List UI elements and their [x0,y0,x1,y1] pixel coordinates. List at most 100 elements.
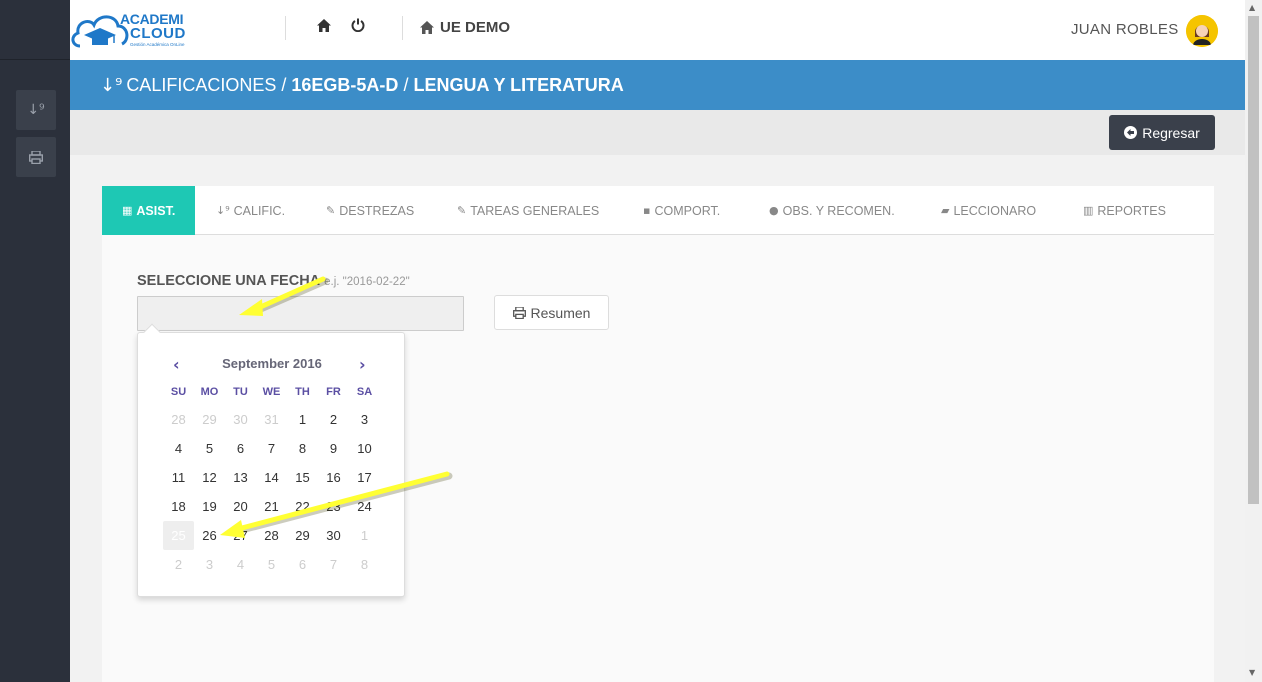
sort-numeric-icon[interactable]: ↓⁹ [16,90,56,130]
tab-label: TAREAS GENERALES [470,203,600,218]
arrow-circle-left-icon [1124,126,1138,139]
datepicker-days-grid: 28 29 30 31 1 2 3 4 5 6 7 8 9 10 11 12 13 14 15 16 17 18 19 20 2… [163,405,380,579]
datepicker-week-row: 4 5 6 7 8 9 10 [163,434,380,463]
datepicker-day[interactable]: 22 [287,492,318,521]
datepicker-day[interactable]: 8 [349,550,380,579]
book-icon: ▰ [941,204,950,217]
datepicker-day[interactable]: 15 [287,463,318,492]
datepicker-day[interactable]: 3 [349,405,380,434]
scroll-thumb[interactable] [1248,16,1259,504]
datepicker-day[interactable]: 16 [318,463,349,492]
scroll-up-icon[interactable]: ▲ [1249,3,1255,12]
datepicker-day[interactable]: 1 [287,405,318,434]
datepicker-day[interactable]: 29 [287,521,318,550]
logo-subtitle: Gestión Académica OnLine [130,42,185,47]
datepicker-day[interactable]: 11 [163,463,194,492]
sort-numeric-icon: ↓⁹ [100,74,123,96]
datepicker-week-row: 18 19 20 21 22 23 24 [163,492,380,521]
datepicker-day[interactable]: 28 [256,521,287,550]
tab-label: COMPORT. [654,203,721,218]
datepicker-day[interactable]: 10 [349,434,380,463]
datepicker-day[interactable]: 19 [194,492,225,521]
tab-label: OBS. Y RECOMEN. [782,203,895,218]
date-format-hint: e.j. "2016-02-22" [324,276,410,288]
power-icon[interactable] [351,18,365,36]
datepicker-day[interactable]: 21 [256,492,287,521]
datepicker-day[interactable]: 7 [318,550,349,579]
bar-chart-icon: ▥ [1083,204,1094,217]
user-name[interactable]: JUAN ROBLES [1071,21,1179,38]
datepicker-day[interactable]: 4 [225,550,256,579]
page-title-bar: ↓⁹ CALIFICACIONES / 16EGB-5A-D / LENGUA … [70,60,1245,110]
school-name: UE DEMO [440,19,511,36]
datepicker-week-row: 28 29 30 31 1 2 3 [163,405,380,434]
tab-leccionario[interactable]: ▰ LECCIONARO [941,186,1036,235]
school-link[interactable]: UE DEMO [420,19,510,36]
datepicker-day[interactable]: 12 [194,463,225,492]
datepicker-day[interactable]: 30 [318,521,349,550]
page-scrollbar[interactable]: ▲ ▼ [1245,0,1262,682]
top-header: ACADEMI CLOUD Gestión Académica OnLine U… [70,0,1245,60]
home-icon[interactable] [317,18,331,36]
tab-reportes[interactable]: ▥ REPORTES [1083,186,1166,235]
datepicker-day[interactable]: 5 [256,550,287,579]
datepicker-day[interactable]: 27 [225,521,256,550]
tab-observaciones[interactable]: ● OBS. Y RECOMEN. [769,186,895,235]
tab-comportamiento[interactable]: ▪ COMPORT. [643,186,720,235]
datepicker-day[interactable]: 8 [287,434,318,463]
header-divider [285,16,286,40]
datepicker-day[interactable]: 18 [163,492,194,521]
print-icon[interactable] [16,137,56,177]
next-month-icon[interactable]: › [359,355,366,374]
datepicker-day[interactable]: 2 [163,550,194,579]
tab-destrezas[interactable]: ✎ DESTREZAS [326,186,414,235]
datepicker-day[interactable]: 2 [318,405,349,434]
datepicker-day[interactable]: 26 [194,521,225,550]
datepicker-day[interactable]: 30 [225,405,256,434]
datepicker-month-title[interactable]: September 2016 [138,356,406,371]
datepicker-day[interactable]: 7 [256,434,287,463]
datepicker-day[interactable]: 14 [256,463,287,492]
datepicker-day[interactable]: 20 [225,492,256,521]
sort-numeric-icon: ↓⁹ [216,204,230,217]
tab-label: CALIFIC. [233,203,286,218]
date-field-label: SELECCIONE UNA FECHA e.j. "2016-02-22" [137,273,410,289]
datepicker-day[interactable]: 6 [225,434,256,463]
header-divider [402,16,403,40]
title-subject: LENGUA Y LITERATURA [413,74,624,95]
tab-asistencia[interactable]: ▦ ASIST. [102,186,195,235]
back-button[interactable]: Regresar [1109,115,1215,150]
datepicker-day[interactable]: 25 [163,521,194,550]
datepicker-day[interactable]: 9 [318,434,349,463]
title-section: CALIFICACIONES [126,74,277,95]
datepicker-day[interactable]: 3 [194,550,225,579]
tab-calificaciones[interactable]: ↓⁹ CALIFIC. [216,186,285,235]
datepicker-day[interactable]: 29 [194,405,225,434]
datepicker-day[interactable]: 5 [194,434,225,463]
datepicker-day[interactable]: 4 [163,434,194,463]
action-bar: Regresar [70,110,1245,155]
logo-text-cloud: CLOUD [130,25,186,42]
datepicker-day[interactable]: 23 [318,492,349,521]
tab-tareas-generales[interactable]: ✎ TAREAS GENERALES [457,186,599,235]
weekday-label: MO [200,386,219,398]
sidebar-top-strip [0,0,70,60]
datepicker-day[interactable]: 6 [287,550,318,579]
datepicker-day[interactable]: 24 [349,492,380,521]
summary-button[interactable]: Resumen [494,295,609,330]
datepicker-day[interactable]: 1 [349,521,380,550]
tab-label: LECCIONARO [953,203,1037,218]
edit-icon: ✎ [457,204,467,217]
date-input[interactable] [137,296,464,331]
datepicker-day[interactable]: 17 [349,463,380,492]
weekday-label: TU [233,386,248,398]
datepicker-day[interactable]: 13 [225,463,256,492]
datepicker-week-row: 2345678 [163,550,380,579]
datepicker-day[interactable]: 31 [256,405,287,434]
home-icon [420,21,434,34]
user-avatar[interactable] [1186,15,1218,47]
datepicker-week-row: 25 26 27 28 29 30 1 [163,521,380,550]
scroll-down-icon[interactable]: ▼ [1249,668,1255,677]
datepicker-day[interactable]: 28 [163,405,194,434]
academicloud-logo[interactable]: ACADEMI CLOUD Gestión Académica OnLine [70,6,200,54]
